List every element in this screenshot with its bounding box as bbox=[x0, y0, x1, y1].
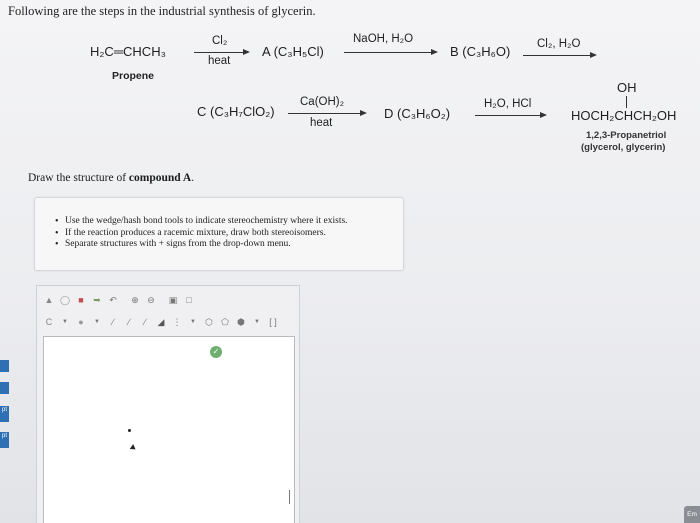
prompt-pre: Draw the structure of bbox=[28, 172, 129, 184]
corner-button-label: Em bbox=[687, 511, 697, 518]
step3-reagent-top: Cl₂, H₂O bbox=[537, 38, 581, 50]
sidebar-tab-4-label: pt bbox=[1, 433, 7, 439]
chevron-down-icon[interactable]: ▼ bbox=[91, 316, 103, 328]
chevron-down-icon[interactable]: ▼ bbox=[59, 316, 71, 328]
editor-toolbar-bottom: C ▼ ● ▼ ∕ ∕ ∕ ◢ ⋮ ▼ ⬡ ⬠ ⬢ ▼ [ ] bbox=[37, 312, 299, 332]
step1-arrow bbox=[194, 49, 250, 55]
sidebar-tab-1[interactable] bbox=[0, 360, 9, 372]
hash-bond-icon[interactable]: ⋮ bbox=[171, 316, 183, 328]
left-sidebar: pt pt bbox=[0, 360, 9, 450]
step1-reagent-bottom: heat bbox=[208, 55, 231, 67]
sidebar-tab-2[interactable] bbox=[0, 382, 9, 394]
step5-arrow bbox=[475, 112, 547, 118]
propene-formula: H₂C═CHCH₃ bbox=[90, 44, 166, 59]
glycerol-oh: OH bbox=[617, 80, 637, 95]
question-prompt: Draw the structure of compound A. bbox=[28, 172, 194, 184]
glycerol-oh-bond bbox=[626, 96, 627, 108]
instruction-item: Use the wedge/hash bond tools to indicat… bbox=[55, 216, 348, 228]
step4-reagent-top: Ca(OH)₂ bbox=[300, 96, 345, 108]
prompt-compound: compound A bbox=[128, 172, 192, 184]
instruction-item: Separate structures with + signs from th… bbox=[55, 239, 348, 251]
zoom-out-icon[interactable]: ⊖ bbox=[145, 294, 157, 306]
bracket-icon[interactable]: [ ] bbox=[267, 316, 279, 328]
step5-reagent-top: H₂O, HCl bbox=[484, 98, 532, 110]
undo-icon[interactable]: ↶ bbox=[107, 294, 119, 306]
ring-cyclopentane-icon[interactable]: ⬠ bbox=[219, 316, 231, 328]
cursor-icon bbox=[129, 444, 138, 452]
compound-d: D (C₃H₆O₂) bbox=[384, 106, 451, 121]
lasso-icon[interactable]: ◯ bbox=[59, 294, 71, 306]
atom-dot bbox=[128, 429, 131, 432]
single-bond-icon[interactable]: ∕ bbox=[107, 316, 119, 328]
ring-cyclohexane-icon[interactable]: ⬡ bbox=[203, 316, 215, 328]
propene-name: Propene bbox=[112, 70, 155, 82]
template-icon[interactable]: ▣ bbox=[167, 294, 179, 306]
editor-toolbar-top: ▲ ◯ ■ ➥ ↶ ⊕ ⊖ ▣ □ bbox=[37, 290, 299, 310]
instructions-list: Use the wedge/hash bond tools to indicat… bbox=[55, 216, 348, 251]
instructions-box: Use the wedge/hash bond tools to indicat… bbox=[34, 197, 404, 271]
sidebar-tab-3-label: pt bbox=[1, 407, 7, 413]
ring-icon[interactable]: □ bbox=[183, 294, 195, 306]
double-bond-icon[interactable]: ∕ bbox=[123, 316, 135, 328]
chevron-down-icon[interactable]: ▼ bbox=[251, 316, 263, 328]
step2-arrow bbox=[344, 49, 438, 55]
charge-icon[interactable]: ● bbox=[75, 316, 87, 328]
sidebar-tab-4[interactable]: pt bbox=[0, 432, 9, 448]
wedge-bond-icon[interactable]: ◢ bbox=[155, 316, 167, 328]
arrow-tool-icon[interactable]: ➥ bbox=[91, 294, 103, 306]
question-intro: Following are the steps in the industria… bbox=[8, 4, 316, 18]
triple-bond-icon[interactable]: ∕ bbox=[139, 316, 151, 328]
element-c-icon[interactable]: C bbox=[43, 316, 55, 328]
eraser-icon[interactable]: ■ bbox=[75, 294, 87, 306]
compound-b: B (C₃H₆O) bbox=[450, 44, 511, 59]
instruction-item: If the reaction produces a racemic mixtu… bbox=[55, 228, 348, 240]
compound-c: C (C₃H₇ClO₂) bbox=[197, 104, 275, 119]
prompt-post: . bbox=[191, 172, 195, 184]
glycerol-formula: HOCH₂CHCH₂OH bbox=[571, 108, 677, 123]
pointer-icon[interactable]: ▲ bbox=[43, 294, 55, 306]
step3-arrow bbox=[523, 52, 597, 58]
glycerol-common-name: (glycerol, glycerin) bbox=[581, 142, 666, 153]
chevron-down-icon[interactable]: ▼ bbox=[187, 316, 199, 328]
ring-benzene-icon[interactable]: ⬢ bbox=[235, 316, 247, 328]
compound-a: A (C₃H₅Cl) bbox=[262, 44, 324, 59]
drawing-canvas[interactable]: ✓ bbox=[43, 336, 295, 523]
step2-reagent-top: NaOH, H₂O bbox=[353, 33, 414, 45]
glycerol-name: 1,2,3-Propanetriol bbox=[586, 130, 667, 141]
editor-divider bbox=[289, 490, 290, 504]
step4-reagent-bottom: heat bbox=[310, 117, 333, 129]
structure-editor: ▲ ◯ ■ ➥ ↶ ⊕ ⊖ ▣ □ C ▼ ● ▼ ∕ ∕ ∕ ◢ ⋮ ▼ ⬡ … bbox=[36, 285, 300, 523]
corner-button[interactable]: Em bbox=[684, 506, 700, 523]
check-icon[interactable]: ✓ bbox=[210, 346, 222, 358]
zoom-in-icon[interactable]: ⊕ bbox=[129, 294, 141, 306]
step1-reagent-top: Cl₂ bbox=[212, 35, 228, 47]
step4-arrow bbox=[288, 110, 367, 116]
sidebar-tab-3[interactable]: pt bbox=[0, 406, 9, 422]
